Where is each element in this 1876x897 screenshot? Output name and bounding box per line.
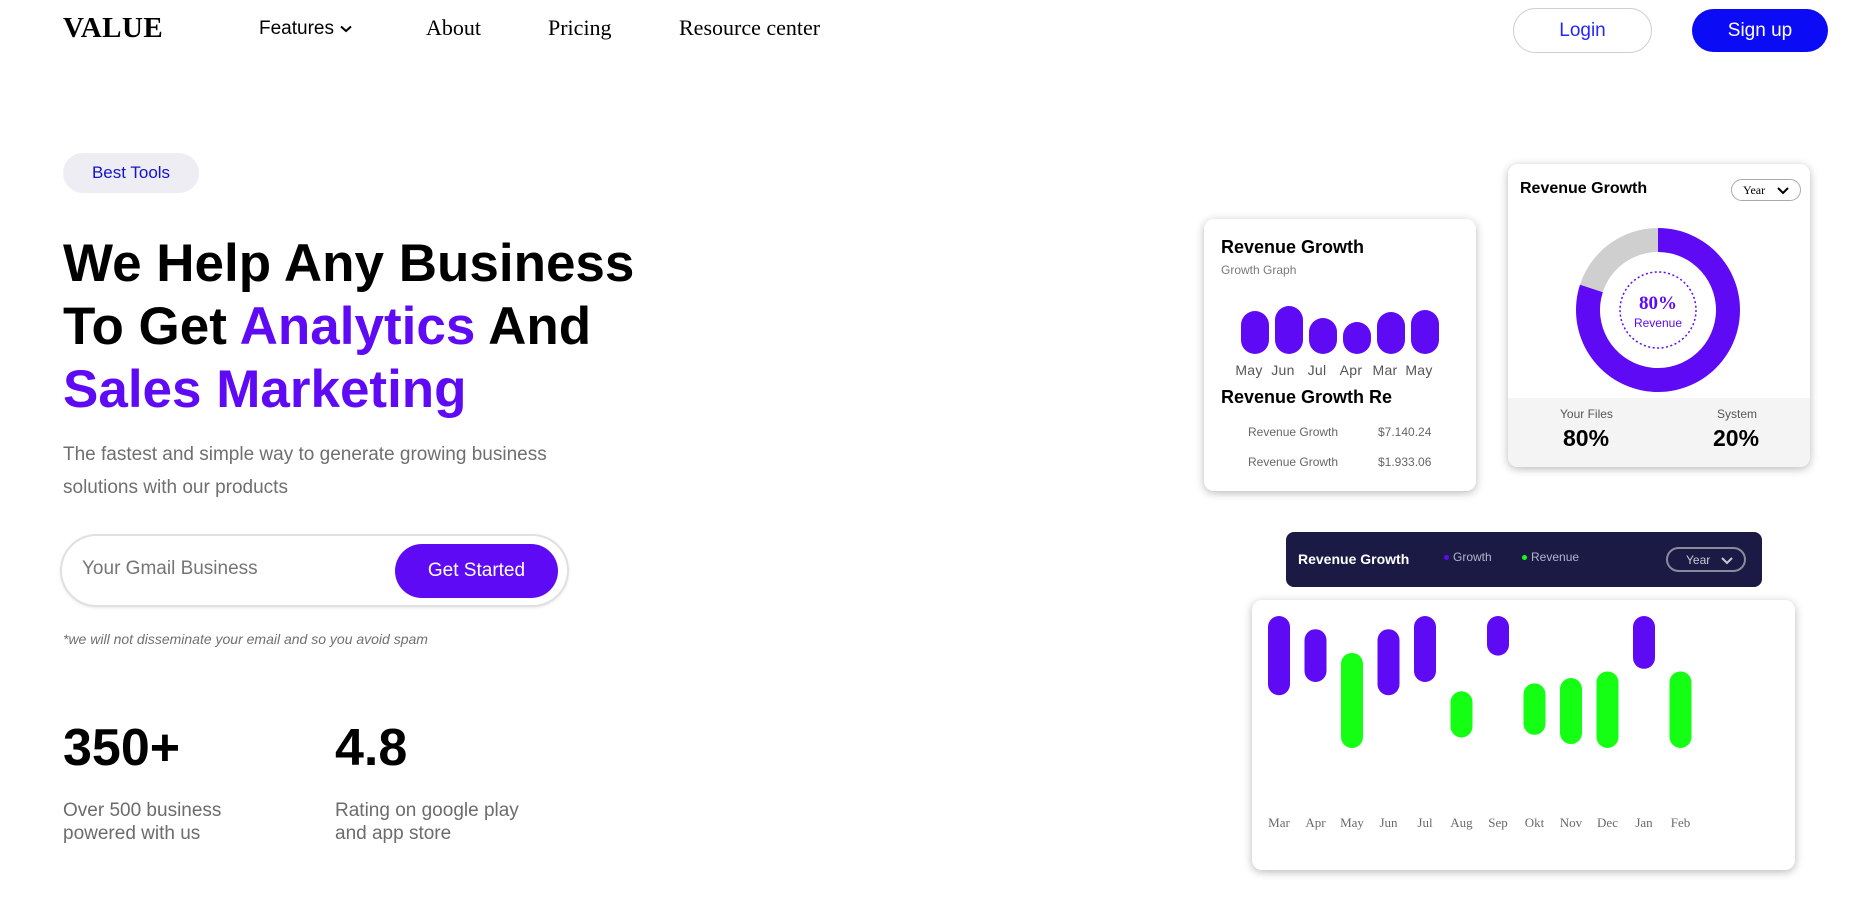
hero-title-line1: We Help Any Business: [63, 234, 635, 293]
card-subtitle: Growth Graph: [1221, 263, 1297, 277]
month-label: Okt: [1525, 815, 1545, 830]
revenue-donut-card: Revenue Growth Year 80% Revenue Your Fil…: [1508, 164, 1810, 467]
legend-revenue-label: Revenue: [1531, 550, 1580, 564]
growth-bar: [1275, 306, 1303, 354]
year-select[interactable]: Year: [1731, 179, 1801, 201]
legend-revenue: Revenue: [1522, 550, 1579, 564]
legend-revenue-dot: [1522, 554, 1527, 560]
growth-bar: [1241, 310, 1269, 354]
year-select[interactable]: Year: [1666, 547, 1746, 572]
hero-title: We Help Any Business To Get Analytics An…: [63, 232, 763, 421]
stat-rating-line2: and app store: [335, 823, 452, 844]
signup-button[interactable]: Sign up: [1692, 9, 1828, 52]
month-label: Mar: [1268, 815, 1290, 830]
legend-growth: Growth: [1444, 550, 1492, 564]
revenue-bar: [1450, 691, 1473, 738]
nav-features[interactable]: Features: [259, 18, 352, 40]
hero-subtitle: The fastest and simple way to generate g…: [63, 444, 547, 498]
donut-footer: Your Files 80% System 20%: [1508, 398, 1810, 467]
nav-about[interactable]: About: [426, 15, 481, 41]
stat-rating-line1: Rating on google play: [335, 800, 519, 821]
nav-features-label: Features: [259, 18, 334, 39]
best-tools-badge: Best Tools: [63, 153, 199, 193]
growth-bar-label: May: [1405, 362, 1433, 378]
card-title-secondary: Revenue Growth Re: [1221, 387, 1393, 407]
hero-title-line3: Sales Marketing: [63, 360, 467, 419]
revenue-bar: [1341, 652, 1363, 748]
growth-bar: [1633, 616, 1655, 669]
email-signup-form: Get Started: [62, 536, 567, 605]
legend-growth-dot: [1444, 554, 1449, 560]
year-select-value: Year: [1743, 182, 1766, 197]
system-label: System: [1717, 407, 1758, 421]
email-input[interactable]: [82, 558, 382, 580]
revenue-row-label: Revenue Growth: [1248, 425, 1339, 439]
month-label: Jun: [1379, 815, 1398, 830]
month-label: Dec: [1597, 815, 1618, 830]
system-value: 20%: [1713, 425, 1760, 451]
hero-title-line2-end: And: [475, 297, 592, 356]
growth-bar: [1268, 616, 1290, 696]
donut-center-label: Revenue: [1634, 316, 1682, 330]
year-select-value: Year: [1686, 552, 1711, 567]
month-label: Aug: [1450, 815, 1473, 830]
legend-growth-label: Growth: [1453, 550, 1492, 564]
stat-rating-value: 4.8: [335, 719, 408, 777]
chevron-down-icon: [340, 25, 352, 33]
growth-bar: [1309, 318, 1337, 354]
stat-businesses-desc: Over 500 business powered with us: [63, 799, 221, 845]
growth-bar: [1304, 629, 1327, 682]
month-label: Sep: [1488, 815, 1508, 830]
revenue-chart-header: Revenue Growth Growth Revenue Year: [1286, 532, 1762, 587]
donut-slice-system: [1580, 228, 1658, 293]
month-label: Jul: [1417, 815, 1433, 830]
month-label: Nov: [1560, 815, 1583, 830]
revenue-bar: [1560, 678, 1582, 745]
your-files-value: 80%: [1563, 425, 1610, 451]
revenue-row-label: Revenue Growth: [1248, 455, 1339, 469]
month-label: Jan: [1635, 815, 1653, 830]
growth-bar: [1414, 616, 1436, 682]
growth-bar: [1411, 309, 1439, 354]
revenue-bar: [1523, 683, 1546, 735]
monthly-revenue-chart-card: Mar Apr May Jun Jul Aug Sep Okt Nov Dec Jan Feb: [1252, 600, 1795, 870]
growth-bar: [1343, 321, 1371, 354]
card-title: Revenue Growth: [1520, 180, 1648, 197]
growth-bar: [1487, 616, 1509, 656]
login-button[interactable]: Login: [1513, 8, 1652, 53]
month-label: Feb: [1671, 815, 1691, 830]
month-label: May: [1340, 815, 1364, 830]
chevron-down-icon: [1721, 557, 1733, 565]
your-files-label: Your Files: [1560, 407, 1613, 421]
growth-bar: [1377, 629, 1400, 696]
revenue-bar: [1669, 671, 1692, 748]
hero-title-line2: To Get Analytics And: [63, 295, 763, 358]
get-started-button[interactable]: Get Started: [395, 544, 558, 598]
card-title: Revenue Growth: [1221, 237, 1365, 257]
revenue-row-value: $7.140.24: [1378, 425, 1432, 439]
donut-center-value: 80%: [1639, 293, 1677, 314]
spam-disclaimer: *we will not disseminate your email and …: [63, 631, 428, 647]
chevron-down-icon: [1777, 187, 1789, 195]
nav-resource-center[interactable]: Resource center: [679, 15, 820, 41]
stat-rating-desc: Rating on google play and app store: [335, 799, 519, 845]
chart-header-title: Revenue Growth: [1298, 551, 1410, 567]
stat-businesses-line1: Over 500 business: [63, 800, 222, 821]
logo[interactable]: VALUE: [63, 12, 163, 45]
hero-title-analytics: Analytics: [239, 297, 476, 356]
month-label: Apr: [1305, 815, 1326, 830]
revenue-bar: [1596, 671, 1619, 748]
growth-bar: [1377, 312, 1405, 354]
nav-pricing[interactable]: Pricing: [548, 15, 612, 41]
revenue-row-value: $1.933.06: [1378, 455, 1432, 469]
stat-businesses-line2: powered with us: [63, 823, 201, 844]
stat-businesses-value: 350+: [63, 719, 181, 777]
revenue-donut-chart: 80% Revenue: [1576, 228, 1740, 392]
revenue-growth-card: Revenue Growth Growth Graph May Jun Jul Apr…: [1204, 219, 1476, 491]
monthly-revenue-chart: Mar Apr May Jun Jul Aug Sep Okt Nov Dec Jan Feb: [1268, 616, 1692, 830]
hero-title-line2-start: To Get: [63, 297, 240, 356]
